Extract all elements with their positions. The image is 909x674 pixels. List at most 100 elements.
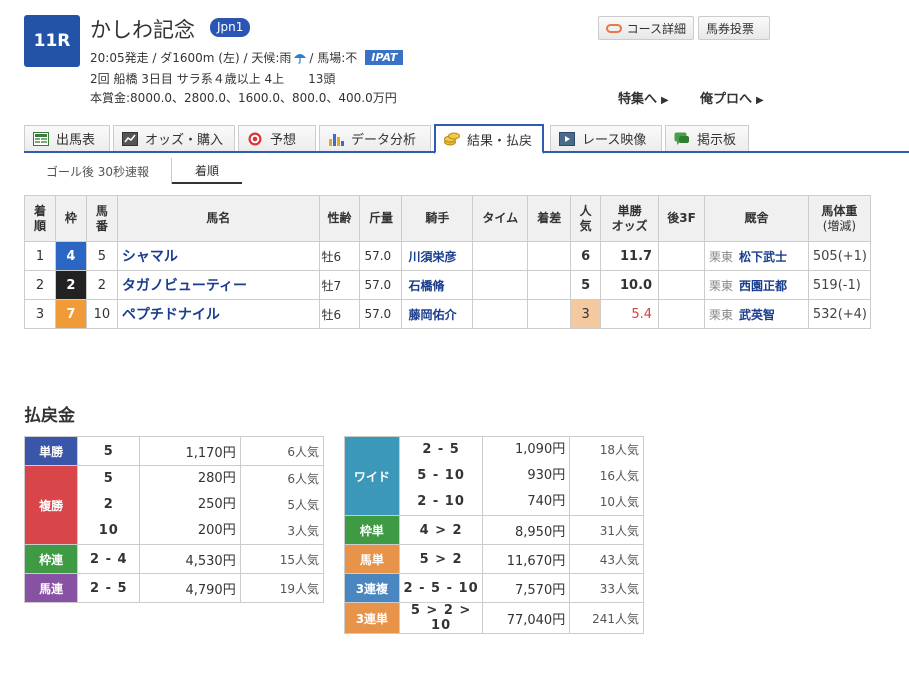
payout-amount-item: 250円 (197, 497, 236, 512)
tab-data[interactable]: データ分析 (319, 125, 431, 151)
payout-amount: 4,530円 (139, 544, 241, 574)
trainer-area: 栗東 (709, 307, 734, 322)
payout-amount: 8,950円 (482, 515, 571, 545)
payout-popularity-item: 6人気 (287, 472, 319, 486)
tab-result[interactable]: 結果・払戻 (434, 124, 544, 154)
race-data-line3: 本賞金:8000.0、2800.0、1600.0、800.0、400.0万円 (90, 91, 397, 105)
trainer-link[interactable]: 松下武士 (739, 250, 787, 264)
payout-popularity: 15人気 (239, 544, 325, 574)
horse-name-link[interactable]: タガノビューティー (116, 270, 320, 300)
jockey-link[interactable]: 川須栄彦 (401, 241, 474, 271)
waku-cell: 7 (54, 299, 87, 329)
payout-type: 枠連 (23, 544, 79, 574)
tab-label: 予想 (270, 133, 297, 148)
trainer-cell: 栗東 武英智 (704, 299, 809, 329)
payout-popularity-item: 3人気 (287, 524, 319, 538)
trainer-area: 栗東 (709, 278, 734, 293)
jockey-link[interactable]: 石橋脩 (401, 270, 474, 300)
tab-yoso[interactable]: 予想 (238, 125, 316, 151)
payout-number: 2 - 5 5 - 10 2 - 10 (398, 436, 484, 516)
course-detail-button[interactable]: コース詳細 (598, 16, 694, 40)
tab-label: データ分析 (351, 133, 417, 148)
tab-video[interactable]: レース映像 (550, 125, 662, 151)
col-umaban: 馬番 (85, 195, 118, 242)
col-weight: 馬体重 (増減) (807, 195, 872, 242)
trainer-link[interactable]: 武英智 (739, 308, 775, 322)
payout-row-tansho: 単勝 5 1,170円 6人気 (23, 436, 325, 466)
payout-type: 3連単 (344, 602, 400, 634)
payout-row-wide: ワイド 2 - 5 5 - 10 2 - 10 1,090円 930円 740円… (344, 436, 644, 516)
payout-type: 単勝 (23, 436, 79, 466)
payout-number: 5 > 2 > 10 (398, 602, 484, 634)
rank-cell: 1 (24, 241, 56, 271)
time-cell (472, 299, 529, 329)
bet-button-label: 馬券投票 (706, 21, 755, 36)
payout-row-umaren: 馬連 2 - 5 4,790円 19人気 (23, 573, 325, 603)
race-title: かしわ記念 (90, 18, 195, 42)
odds-cell: 11.7 (600, 241, 660, 271)
weight-cell: 532(+4) (807, 299, 872, 329)
tab-shutuba[interactable]: 出馬表 (24, 125, 110, 151)
popularity-cell: 5 (570, 270, 602, 300)
col-name: 馬名 (116, 195, 320, 242)
popularity-cell: 6 (570, 241, 602, 271)
horse-name-link[interactable]: ペプチドナイル (116, 299, 320, 329)
payout-popularity: 31人気 (569, 515, 644, 545)
payout-popularity: 33人気 (569, 573, 644, 603)
video-icon (559, 131, 575, 146)
trainer-link[interactable]: 西園正都 (739, 279, 787, 293)
payout-number: 5 (77, 436, 141, 466)
payout-popularity-item: 16人気 (599, 469, 639, 483)
payout-amount-item: 280円 (197, 471, 236, 486)
subtab-rank[interactable]: 着順 (172, 158, 242, 184)
trainer-cell: 栗東 松下武士 (704, 241, 809, 271)
payout-row-wakutan: 枠単 4 > 2 8,950円 31人気 (344, 515, 644, 545)
col-jockey: 騎手 (401, 195, 474, 242)
payout-number: 5 2 10 (77, 465, 141, 545)
ipat-badge[interactable]: IPAT (365, 50, 404, 65)
odds-cell: 10.0 (600, 270, 660, 300)
col-sexage: 性齢 (318, 195, 361, 242)
time-cell (472, 241, 529, 271)
payout-row-wakuren: 枠連 2 - 4 4,530円 15人気 (23, 544, 325, 574)
odds-icon (122, 131, 138, 146)
race-data-conditions: 20:05発走 / ダ1600m (左) / 天候:雨 (90, 51, 292, 65)
bet-button[interactable]: 馬券投票 (698, 16, 770, 40)
target-icon (248, 132, 262, 145)
race-number-badge: 11R (24, 15, 80, 67)
payout-popularity-item: 5人気 (287, 498, 319, 512)
tab-bbs[interactable]: 掲示板 (665, 125, 749, 151)
tab-label: 掲示板 (697, 133, 737, 148)
result-row: 3 7 10 ペプチドナイル 牡6 57.0 藤岡佑介 3 5.4 栗東 武英智 … (24, 299, 872, 329)
payout-number: 5 > 2 (398, 544, 484, 574)
payout-number-item: 2 - 10 (417, 494, 465, 509)
margin-cell (527, 299, 572, 329)
result-row: 2 2 2 タガノビューティー 牡7 57.0 石橋脩 5 10.0 栗東 西園正… (24, 270, 872, 300)
payout-type: 3連複 (344, 573, 400, 603)
waku-cell: 4 (54, 241, 87, 271)
result-row: 1 4 5 シャマル 牡6 57.0 川須栄彦 6 11.7 栗東 松下武士 50… (24, 241, 872, 271)
orepro-link[interactable]: 俺プロへ ▶ (700, 88, 764, 107)
jockey-link[interactable]: 藤岡佑介 (401, 299, 474, 329)
trainer-area: 栗東 (709, 249, 734, 264)
feature-link[interactable]: 特集へ ▶ (618, 88, 669, 107)
grade-badge: Jpn1 (210, 18, 251, 37)
horse-name-link[interactable]: シャマル (116, 241, 320, 271)
payout-amount: 4,790円 (139, 573, 241, 603)
col-waku: 枠 (54, 195, 87, 242)
payout-number: 2 - 4 (77, 544, 141, 574)
orepro-link-label: 俺プロへ (700, 92, 753, 107)
payout-amount: 1,170円 (139, 436, 241, 466)
payout-row-fukusho: 複勝 5 2 10 280円 250円 200円 6人気 5人気 3人気 (23, 465, 325, 545)
payout-amount-item: 740円 (527, 494, 566, 509)
margin-cell (527, 270, 572, 300)
payout-number: 2 - 5 (77, 573, 141, 603)
col-last3f: 後3F (658, 195, 706, 242)
subtab-30sec[interactable]: ゴール後 30秒速報 (24, 158, 172, 184)
col-trainer: 厩舎 (704, 195, 809, 242)
kinryo-cell: 57.0 (359, 241, 403, 271)
chat-icon (674, 132, 689, 145)
col-margin: 着差 (527, 195, 572, 242)
tab-odds[interactable]: オッズ・購入 (113, 125, 235, 151)
payout-type: 枠単 (344, 515, 400, 545)
